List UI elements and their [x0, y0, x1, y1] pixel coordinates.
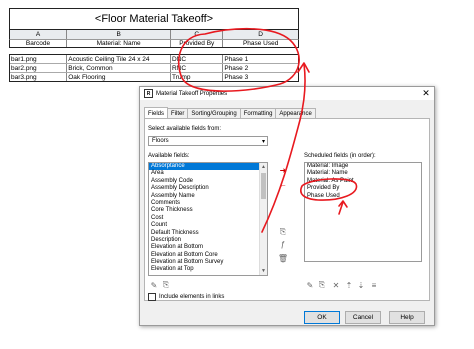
- column-header-phase-used[interactable]: Phase Used: [223, 40, 298, 47]
- app-logo-icon: R: [144, 89, 153, 98]
- dialog-title: Material Takeoff Properties: [156, 90, 228, 97]
- close-icon[interactable]: ✕: [421, 88, 431, 98]
- table-cell[interactable]: Trump: [171, 73, 224, 81]
- remove-parameter-arrow-icon[interactable]: ←: [278, 179, 288, 189]
- help-button[interactable]: Help: [389, 311, 425, 324]
- table-cell[interactable]: bar3.png: [10, 73, 68, 81]
- list-item[interactable]: Area: [149, 170, 267, 177]
- list-item[interactable]: Provided By: [305, 185, 421, 192]
- add-parameter-arrow-icon[interactable]: ➜: [278, 165, 288, 175]
- table-row[interactable]: bar1.png Acoustic Ceiling Tile 24 x 24 D…: [10, 55, 298, 64]
- list-item[interactable]: Material: As Paint: [305, 178, 421, 185]
- column-letters-row: A B C D: [9, 30, 299, 39]
- tab-bar: Fields Filter Sorting/Grouping Formattin…: [144, 107, 316, 119]
- add-parameter-icon[interactable]: ⎘: [161, 280, 171, 290]
- available-fields-scrollbar[interactable]: ▲ ▼: [259, 163, 267, 275]
- column-letter[interactable]: D: [223, 30, 298, 39]
- list-item[interactable]: Elevation at Top: [149, 266, 267, 273]
- list-item[interactable]: Phase Used: [305, 193, 421, 200]
- include-elements-in-links-checkbox[interactable]: Include elements in links: [148, 293, 224, 301]
- list-item[interactable]: Count: [149, 222, 267, 229]
- add-parameter-icon[interactable]: ⎘: [317, 280, 327, 290]
- table-cell[interactable]: Oak Flooring: [67, 73, 171, 81]
- table-row[interactable]: bar3.png Oak Flooring Trump Phase 3: [10, 73, 298, 81]
- combine-parameters-icon[interactable]: ƒ: [278, 239, 288, 249]
- list-item[interactable]: Assembly Code: [149, 178, 267, 185]
- checkbox-label: Include elements in links: [159, 294, 225, 300]
- available-fields-list[interactable]: Absorptance Area Assembly Code Assembly …: [148, 162, 268, 276]
- list-item[interactable]: Core Thickness: [149, 207, 267, 214]
- new-parameter-icon[interactable]: ⎘: [278, 227, 288, 237]
- scrollbar-thumb[interactable]: [261, 173, 266, 199]
- table-cell[interactable]: Phase 3: [223, 73, 298, 81]
- list-item[interactable]: Description: [149, 237, 267, 244]
- table-cell[interactable]: Acoustic Ceiling Tile 24 x 24: [67, 55, 171, 63]
- list-item[interactable]: Assembly Name: [149, 193, 267, 200]
- schedule-body: bar1.png Acoustic Ceiling Tile 24 x 24 D…: [9, 54, 299, 82]
- scheduled-fields-list[interactable]: Material: Image Material: Name Material:…: [304, 162, 422, 262]
- table-cell[interactable]: bar2.png: [10, 64, 68, 72]
- cancel-button[interactable]: Cancel: [345, 311, 381, 324]
- list-item[interactable]: Cost: [149, 215, 267, 222]
- list-item[interactable]: Material: Image: [305, 163, 421, 170]
- dropdown-value: Floors: [152, 138, 169, 144]
- chevron-down-icon: ▾: [261, 139, 265, 145]
- select-fields-from-label: Select available fields from:: [148, 126, 222, 132]
- move-down-icon[interactable]: ⇣: [356, 280, 366, 290]
- scroll-down-icon[interactable]: ▼: [261, 268, 266, 274]
- insert-line-icon[interactable]: ≡: [369, 280, 379, 290]
- list-item[interactable]: Elevation at Bottom: [149, 244, 267, 251]
- column-letter[interactable]: A: [10, 30, 68, 39]
- scheduled-fields-label: Scheduled fields (in order):: [304, 153, 376, 159]
- table-row[interactable]: bar2.png Brick, Common RNC Phase 2: [10, 64, 298, 73]
- edit-field-icon[interactable]: ✎: [305, 280, 315, 290]
- column-header-row: Barcode Material: Name Provided By Phase…: [9, 39, 299, 48]
- list-item[interactable]: Elevation at Bottom Survey: [149, 259, 267, 266]
- dialog-titlebar[interactable]: R Material Takeoff Properties: [140, 87, 434, 100]
- table-cell[interactable]: RNC: [171, 64, 224, 72]
- table-cell[interactable]: Brick, Common: [67, 64, 171, 72]
- ok-button[interactable]: OK: [304, 311, 340, 324]
- scroll-up-icon[interactable]: ▲: [261, 164, 266, 170]
- list-item[interactable]: Comments: [149, 200, 267, 207]
- available-fields-label: Available fields:: [148, 153, 190, 159]
- table-cell[interactable]: DNC: [171, 55, 224, 63]
- column-letter[interactable]: C: [171, 30, 224, 39]
- material-takeoff-properties-dialog: R Material Takeoff Properties ✕ Fields F…: [139, 86, 435, 326]
- move-up-icon[interactable]: ⇡: [344, 280, 354, 290]
- column-header-material-name[interactable]: Material: Name: [67, 40, 172, 47]
- list-item[interactable]: Default Thickness: [149, 230, 267, 237]
- table-cell[interactable]: bar1.png: [10, 55, 68, 63]
- table-cell[interactable]: Phase 1: [223, 55, 298, 63]
- annotation-arrowhead: [297, 62, 310, 73]
- list-item[interactable]: Elevation at Bottom Core: [149, 252, 267, 259]
- edit-field-icon[interactable]: ✎: [149, 280, 159, 290]
- remove-field-icon[interactable]: 🗑: [278, 253, 288, 263]
- column-header-provided-by[interactable]: Provided By: [171, 40, 224, 47]
- checkbox-box[interactable]: [148, 293, 156, 301]
- list-item[interactable]: Material: Name: [305, 170, 421, 177]
- remove-field-icon[interactable]: ✕: [331, 280, 341, 290]
- list-item[interactable]: Assembly Description: [149, 185, 267, 192]
- list-item[interactable]: Absorptance: [149, 163, 267, 171]
- schedule-title: <Floor Material Takeoff>: [9, 8, 299, 30]
- column-letter[interactable]: B: [67, 30, 172, 39]
- select-fields-from-dropdown[interactable]: Floors ▾: [148, 136, 268, 146]
- column-header-barcode[interactable]: Barcode: [10, 40, 68, 47]
- table-cell[interactable]: Phase 2: [223, 64, 298, 72]
